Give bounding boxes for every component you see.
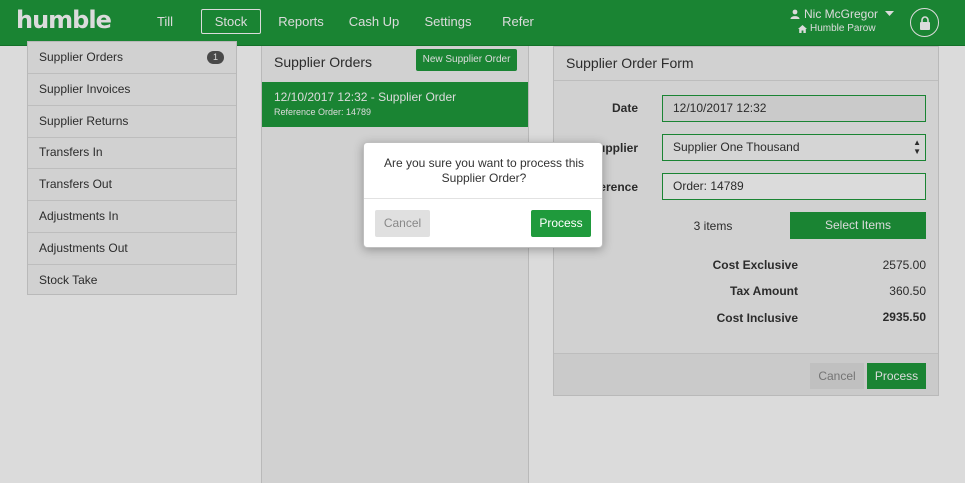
dialog-cancel-button[interactable]: Cancel xyxy=(375,210,430,237)
confirm-dialog: Are you sure you want to process this Su… xyxy=(363,142,603,248)
divider xyxy=(364,198,602,199)
confirm-message: Are you sure you want to process this Su… xyxy=(383,156,585,185)
dialog-process-button[interactable]: Process xyxy=(531,210,591,237)
